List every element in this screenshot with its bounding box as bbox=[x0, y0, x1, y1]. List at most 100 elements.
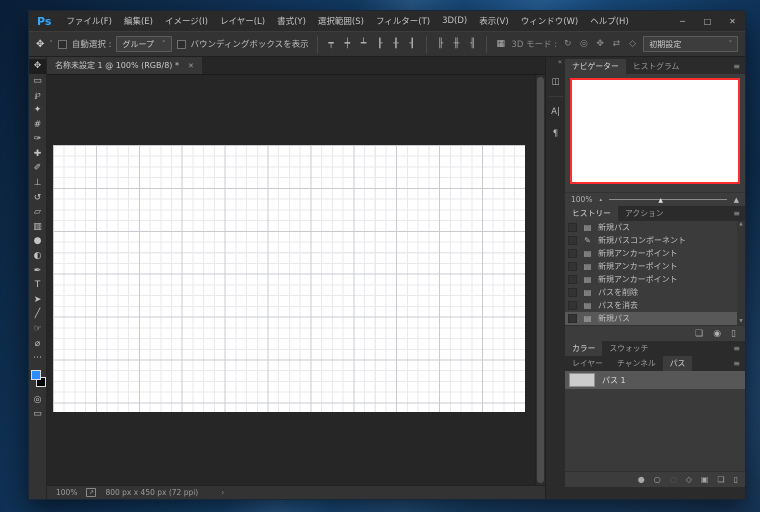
brush-tool[interactable]: ✐ bbox=[29, 161, 46, 176]
eraser-tool[interactable]: ▱ bbox=[29, 205, 46, 220]
foreground-color-swatch[interactable] bbox=[31, 370, 41, 380]
navigator-preview[interactable] bbox=[570, 78, 740, 184]
zoom-in-icon[interactable]: ▲ bbox=[734, 196, 739, 204]
stroke-path-icon[interactable]: ○ bbox=[654, 475, 661, 484]
make-work-path-icon[interactable]: ◇ bbox=[686, 475, 692, 484]
align-horizontal-centers-icon[interactable]: ╂ bbox=[390, 39, 401, 49]
history-state-row[interactable]: ▤ 新規パス bbox=[565, 221, 745, 234]
tab-paths[interactable]: パス bbox=[663, 356, 693, 371]
zoom-slider[interactable]: ▲ bbox=[609, 199, 727, 200]
navigator-zoom-value[interactable]: 100% bbox=[571, 195, 592, 204]
history-source-checkbox[interactable] bbox=[568, 288, 577, 297]
history-source-checkbox[interactable] bbox=[568, 275, 577, 284]
menu-3d[interactable]: 3D(D) bbox=[436, 16, 473, 26]
close-button[interactable]: ✕ bbox=[720, 11, 745, 31]
paragraph-panel-icon[interactable]: ¶ bbox=[548, 126, 564, 141]
zoom-tool[interactable]: ⌀ bbox=[29, 336, 46, 351]
history-state-row[interactable]: ▤ 新規アンカーポイント bbox=[565, 247, 745, 260]
character-panel-icon[interactable]: A| bbox=[548, 104, 564, 119]
edit-toolbar-button[interactable]: ⋯ bbox=[29, 351, 46, 366]
scroll-down-icon[interactable]: ▼ bbox=[739, 319, 742, 324]
workspace-preset-dropdown[interactable]: 初期設定 ˅ bbox=[643, 36, 738, 52]
rectangular-marquee-tool[interactable]: ▭ bbox=[29, 74, 46, 89]
history-source-checkbox[interactable] bbox=[568, 236, 577, 245]
tab-layers[interactable]: レイヤー bbox=[565, 356, 610, 371]
align-left-edges-icon[interactable]: ┠ bbox=[374, 39, 385, 49]
tab-color[interactable]: カラー bbox=[565, 341, 602, 356]
path-item-selected[interactable]: パス 1 bbox=[565, 371, 745, 389]
align-vertical-centers-icon[interactable]: ┿ bbox=[342, 39, 353, 49]
panel-menu-icon[interactable]: ≡ bbox=[728, 341, 745, 356]
history-source-checkbox[interactable] bbox=[568, 314, 577, 323]
tool-preset-caret-icon[interactable]: ˅ bbox=[49, 40, 53, 48]
add-mask-icon[interactable]: ▣ bbox=[701, 475, 709, 484]
dodge-tool[interactable]: ◐ bbox=[29, 249, 46, 264]
gradient-tool[interactable]: ▥ bbox=[29, 220, 46, 235]
zoom-slider-thumb[interactable]: ▲ bbox=[658, 197, 663, 204]
history-scrollbar[interactable]: ▲ ▼ bbox=[737, 221, 745, 325]
menu-edit[interactable]: 編集(E) bbox=[118, 15, 159, 27]
spot-healing-brush-tool[interactable]: ✚ bbox=[29, 147, 46, 162]
distribute-left-icon[interactable]: ╟ bbox=[435, 39, 446, 49]
panel-menu-icon[interactable]: ≡ bbox=[728, 206, 745, 221]
distribute-centers-icon[interactable]: ╫ bbox=[451, 39, 462, 49]
crop-tool[interactable]: # bbox=[29, 117, 46, 132]
auto-select-checkbox[interactable] bbox=[58, 40, 67, 49]
delete-state-icon[interactable]: ▯ bbox=[731, 329, 736, 339]
history-state-row[interactable]: ▤ 新規アンカーポイント bbox=[565, 273, 745, 286]
align-bottom-edges-icon[interactable]: ┷ bbox=[358, 39, 369, 49]
menu-view[interactable]: 表示(V) bbox=[473, 15, 514, 27]
menu-window[interactable]: ウィンドウ(W) bbox=[515, 15, 585, 27]
distribute-spacing-icon[interactable]: ▦ bbox=[495, 39, 506, 49]
3d-rotate-icon[interactable]: ↻ bbox=[562, 39, 573, 49]
type-tool[interactable]: T bbox=[29, 278, 46, 293]
minimize-button[interactable]: ─ bbox=[670, 11, 695, 31]
tab-close-icon[interactable]: ✕ bbox=[188, 62, 194, 70]
tab-history[interactable]: ヒストリー bbox=[565, 206, 618, 221]
zoom-out-icon[interactable]: ▴ bbox=[599, 197, 602, 203]
vertical-scrollbar[interactable] bbox=[535, 75, 545, 485]
menu-layer[interactable]: レイヤー(L) bbox=[214, 15, 271, 27]
status-popup-chevron-icon[interactable]: › bbox=[221, 488, 224, 497]
menu-type[interactable]: 書式(Y) bbox=[271, 15, 312, 27]
quick-selection-tool[interactable]: ✦ bbox=[29, 103, 46, 118]
3d-slide-icon[interactable]: ⇄ bbox=[611, 39, 622, 49]
maximize-button[interactable]: □ bbox=[695, 11, 720, 31]
zoom-level-field[interactable]: 100% bbox=[56, 488, 77, 497]
panel-menu-icon[interactable]: ≡ bbox=[728, 59, 745, 74]
blur-tool[interactable]: ● bbox=[29, 234, 46, 249]
3d-scale-icon[interactable]: ◇ bbox=[627, 39, 638, 49]
align-right-edges-icon[interactable]: ┨ bbox=[407, 39, 418, 49]
new-document-from-state-icon[interactable]: ❏ bbox=[695, 329, 703, 339]
menu-image[interactable]: イメージ(I) bbox=[159, 15, 214, 27]
menu-filter[interactable]: フィルター(T) bbox=[370, 15, 436, 27]
align-top-edges-icon[interactable]: ┯ bbox=[326, 39, 337, 49]
line-tool[interactable]: ╱ bbox=[29, 307, 46, 322]
menu-select[interactable]: 選択範囲(S) bbox=[312, 15, 370, 27]
distribute-right-icon[interactable]: ╢ bbox=[467, 39, 478, 49]
scrollbar-thumb[interactable] bbox=[537, 77, 544, 483]
new-snapshot-icon[interactable]: ◉ bbox=[713, 329, 721, 339]
tab-channels[interactable]: チャンネル bbox=[610, 356, 663, 371]
eyedropper-tool[interactable]: ✑ bbox=[29, 132, 46, 147]
screen-mode-button[interactable]: ▭ bbox=[29, 407, 46, 422]
panel-menu-icon[interactable]: ≡ bbox=[728, 356, 745, 371]
path-selection-tool[interactable]: ➤ bbox=[29, 293, 46, 308]
tab-histogram[interactable]: ヒストグラム bbox=[626, 59, 687, 74]
history-state-row[interactable]: ✎ 新規パスコンポーネント bbox=[565, 234, 745, 247]
history-state-row[interactable]: ▤ パスを消去 bbox=[565, 299, 745, 312]
history-source-checkbox[interactable] bbox=[568, 249, 577, 258]
history-source-checkbox[interactable] bbox=[568, 262, 577, 271]
pen-tool[interactable]: ✒ bbox=[29, 263, 46, 278]
hand-tool[interactable]: ☞ bbox=[29, 322, 46, 337]
3d-drag-icon[interactable]: ✥ bbox=[595, 39, 606, 49]
character-styles-panel-icon[interactable]: ◫ bbox=[548, 74, 564, 89]
tab-navigator[interactable]: ナビゲーター bbox=[565, 59, 626, 74]
new-path-icon[interactable]: ❏ bbox=[717, 475, 724, 484]
bounding-box-checkbox[interactable] bbox=[177, 40, 186, 49]
move-tool[interactable]: ✥ bbox=[29, 59, 46, 74]
history-state-row[interactable]: ▤ 新規アンカーポイント bbox=[565, 260, 745, 273]
canvas[interactable] bbox=[53, 145, 525, 412]
lasso-tool[interactable]: ℘ bbox=[29, 88, 46, 103]
fill-path-icon[interactable]: ● bbox=[638, 475, 645, 484]
